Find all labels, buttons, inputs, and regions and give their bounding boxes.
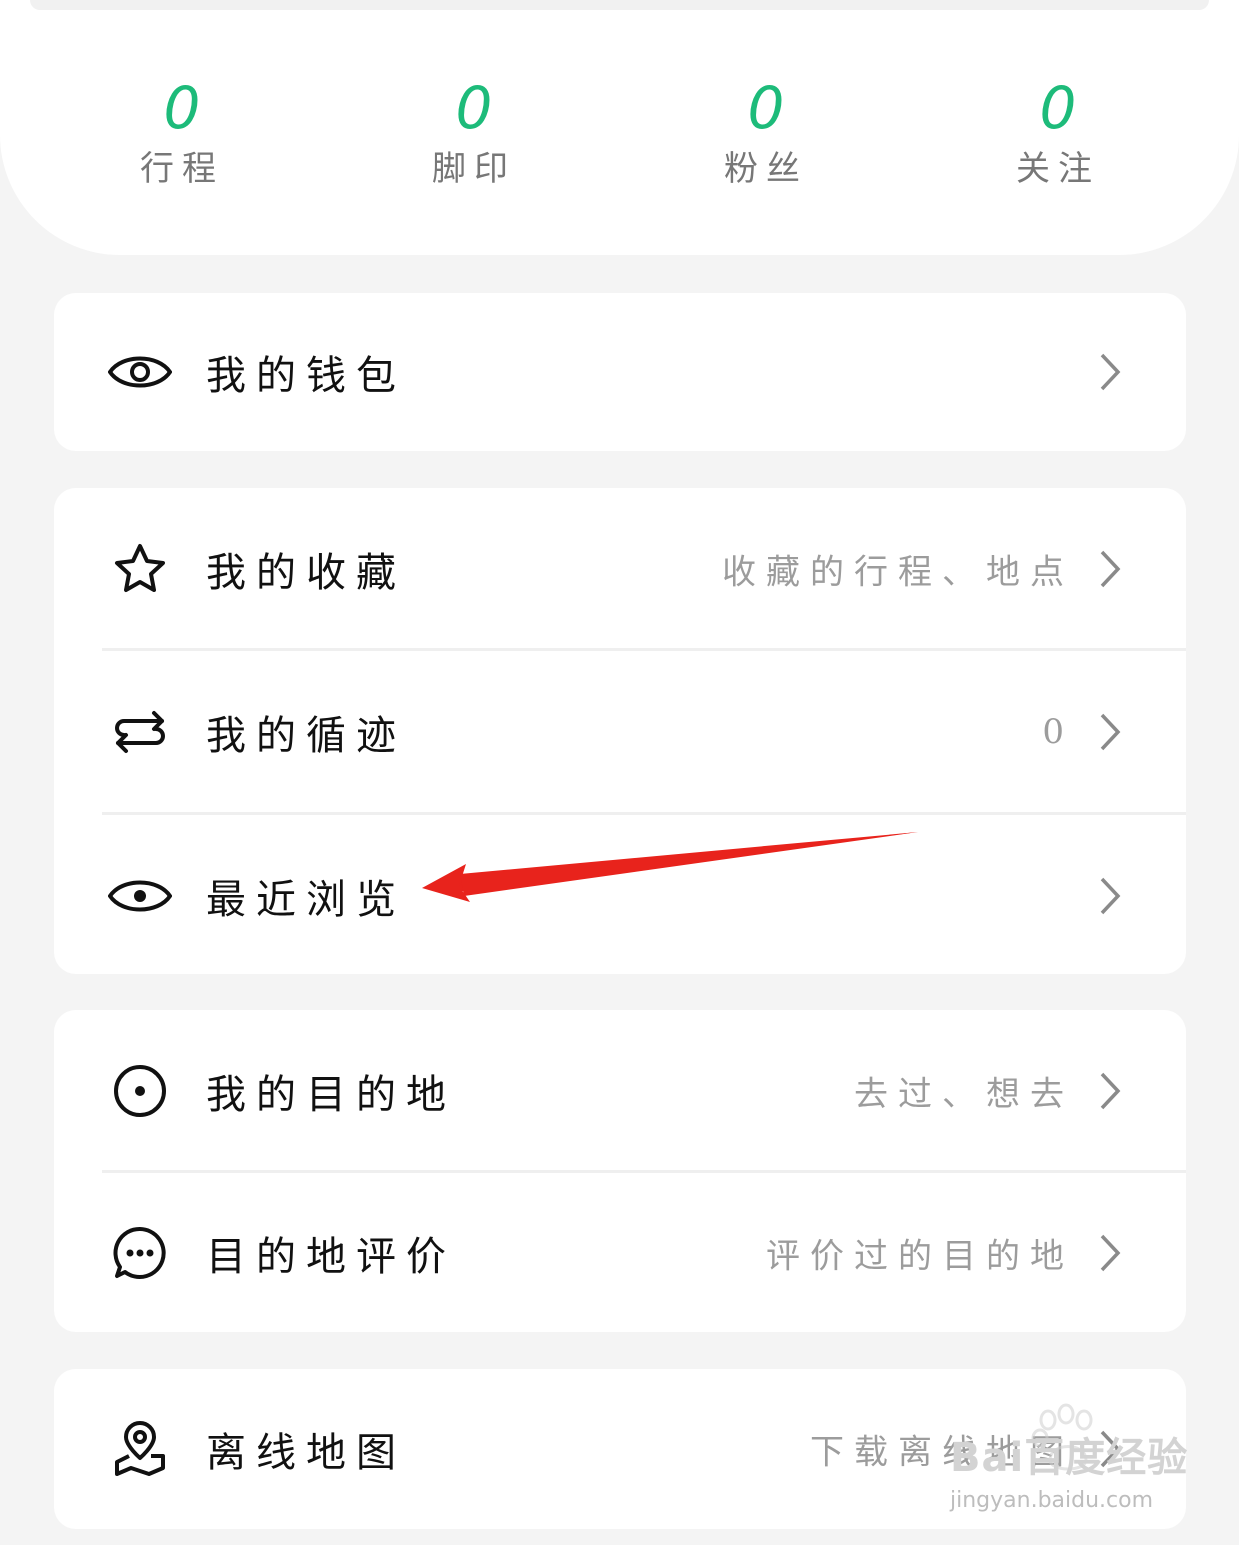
stat-followers-value: 0 <box>747 74 785 142</box>
menu-item-favorites[interactable]: 我的收藏 收藏的行程、地点 <box>54 488 1186 650</box>
menu-item-offline-map-label: 离线地图 <box>206 1430 406 1476</box>
swap-arrows-icon <box>108 700 172 764</box>
chat-bubble-icon <box>108 1221 172 1285</box>
stat-trips-label: 行程 <box>140 149 224 189</box>
wallet-card: 我的钱包 <box>54 293 1186 451</box>
menu-item-reviews-hint: 评价过的目的地 <box>766 1236 1074 1276</box>
menu-item-tracks-label: 我的循迹 <box>206 713 406 759</box>
menu-item-recent-label: 最近浏览 <box>206 877 406 923</box>
chevron-right-icon <box>1100 550 1121 588</box>
watermark-url: jingyan.baidu.com <box>950 1488 1154 1513</box>
menu-item-tracks-count: 0 <box>1042 712 1074 752</box>
stat-footprints-label: 脚印 <box>432 149 516 189</box>
chevron-right-icon <box>1100 713 1121 751</box>
stat-footprints[interactable]: 0 脚印 <box>374 72 574 194</box>
chevron-right-icon <box>1100 877 1121 915</box>
menu-item-favorites-hint: 收藏的行程、地点 <box>722 552 1074 593</box>
menu-item-wallet[interactable]: 我的钱包 <box>54 293 1186 451</box>
stat-followers-label: 粉丝 <box>724 149 808 189</box>
destinations-card: 我的目的地 去过、想去 目的地评价 评价过的目的地 <box>54 1010 1186 1332</box>
header-edge <box>30 0 1209 10</box>
stat-footprints-value: 0 <box>455 74 493 142</box>
menu-item-destinations-hint: 去过、想去 <box>854 1074 1074 1115</box>
target-icon <box>108 1059 172 1123</box>
collections-card: 我的收藏 收藏的行程、地点 我的循迹 0 最近浏览 <box>54 488 1186 974</box>
menu-item-destinations[interactable]: 我的目的地 去过、想去 <box>54 1010 1186 1172</box>
stat-trips-value: 0 <box>163 74 201 142</box>
map-pin-icon <box>108 1417 172 1481</box>
stat-trips[interactable]: 0 行程 <box>82 72 282 194</box>
menu-item-favorites-label: 我的收藏 <box>206 550 406 596</box>
stat-following[interactable]: 0 关注 <box>958 72 1158 194</box>
menu-item-reviews-label: 目的地评价 <box>206 1233 456 1280</box>
stat-following-label: 关注 <box>1016 149 1100 189</box>
stat-followers[interactable]: 0 粉丝 <box>666 72 866 194</box>
eye-icon <box>108 340 172 404</box>
menu-item-wallet-label: 我的钱包 <box>206 353 406 399</box>
menu-item-destinations-label: 我的目的地 <box>206 1072 456 1118</box>
menu-item-tracks[interactable]: 我的循迹 0 <box>54 651 1186 813</box>
stat-following-value: 0 <box>1039 74 1077 142</box>
watermark-brand: Bai百度经验 <box>950 1435 1189 1481</box>
eye-icon <box>108 864 172 928</box>
chevron-right-icon <box>1100 353 1121 391</box>
menu-item-reviews[interactable]: 目的地评价 评价过的目的地 <box>54 1173 1186 1332</box>
menu-item-recent[interactable]: 最近浏览 <box>54 815 1186 977</box>
chevron-right-icon <box>1100 1072 1121 1110</box>
star-icon <box>108 537 172 601</box>
chevron-right-icon <box>1100 1234 1121 1271</box>
